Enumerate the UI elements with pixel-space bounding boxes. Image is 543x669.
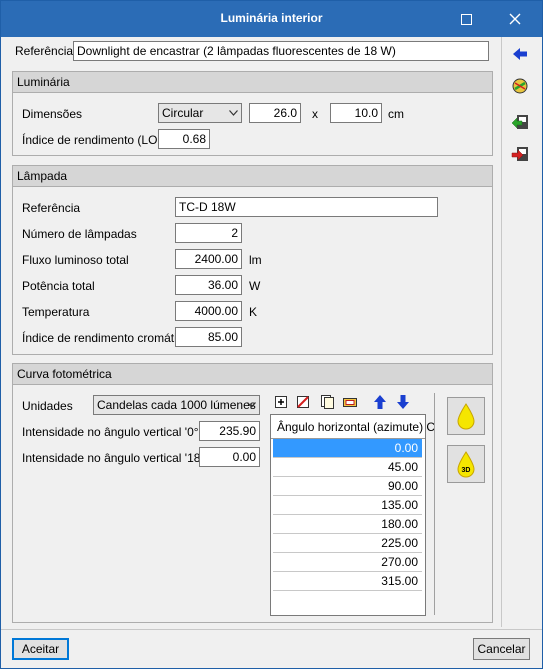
lampada-referencia-label: Referência [22,201,81,215]
list-item[interactable]: 225.00 [273,534,422,553]
unidades-label: Unidades [22,399,73,413]
list-item[interactable]: 315.00 [273,572,422,591]
dimension-2-input[interactable]: 10.0 [330,103,382,123]
int180-label: Intensidade no ângulo vertical '180°' [22,451,215,465]
cancel-button[interactable]: Cancelar [473,638,530,660]
list-item[interactable]: 90.00 [273,477,422,496]
lor-input[interactable]: 0.68 [158,129,210,149]
footer-separator [1,629,542,630]
add-icon [275,396,287,408]
chevron-down-icon [247,396,256,414]
close-icon [509,13,521,25]
shape-select-value: Circular [162,106,204,120]
dimension-1-input[interactable]: 26.0 [249,103,301,123]
back-button[interactable] [509,43,531,65]
photometric-2d-button[interactable] [447,397,485,435]
add-row-button[interactable] [272,393,290,411]
dimensoes-label: Dimensões [22,107,83,121]
move-up-button[interactable] [371,393,389,411]
delete-icon [297,396,309,408]
arrow-left-icon [513,48,527,60]
potencia-input[interactable]: 36.00 [175,275,242,295]
accept-button[interactable]: Aceitar [12,638,69,660]
int0-label: Intensidade no ângulo vertical '0°' [22,425,201,439]
edit-button[interactable] [341,393,359,411]
angle-list[interactable]: Ângulo horizontal (azimute) C 0.00 45.00… [270,414,435,616]
photometric-3d-button[interactable]: 3D [447,445,485,483]
numero-lampadas-input[interactable]: 2 [175,223,242,243]
import-button[interactable] [509,111,531,133]
list-item[interactable]: 270.00 [273,553,422,572]
potencia-unit: W [249,279,261,293]
arrow-down-icon [397,395,409,409]
referencia-label: Referência [15,44,74,58]
light-drop-3d-icon: 3D [457,451,475,478]
list-item[interactable]: 135.00 [273,496,422,515]
separator [434,393,435,615]
library-icon [512,78,528,94]
numero-lampadas-label: Número de lâmpadas [22,227,137,241]
curva-section-header: Curva fotométrica [12,363,493,385]
move-down-button[interactable] [394,393,412,411]
dialog-window: Luminária interior Referência Downlight … [0,0,543,669]
light-drop-icon [457,403,475,430]
irc-input[interactable]: 85.00 [175,327,242,347]
edit-icon [343,398,357,407]
fluxo-label: Fluxo luminoso total [22,253,129,267]
lor-label: Índice de rendimento (LOR) [22,133,171,147]
temperatura-label: Temperatura [22,305,90,319]
potencia-label: Potência total [22,279,95,293]
list-item[interactable]: 180.00 [273,515,422,534]
fluxo-input[interactable]: 2400.00 [175,249,242,269]
chevron-down-icon [229,104,238,122]
delete-row-button[interactable] [294,393,312,411]
int180-input[interactable]: 0.00 [199,447,260,467]
copy-icon [321,395,334,409]
close-button[interactable] [493,1,537,37]
dimension-x-label: x [312,107,318,121]
list-item[interactable]: 45.00 [273,458,422,477]
temperatura-input[interactable]: 4000.00 [175,301,242,321]
arrow-up-icon [374,395,386,409]
irc-label: Índice de rendimento cromático [22,331,190,345]
maximize-icon [460,13,472,25]
export-button[interactable] [509,143,531,165]
int0-input[interactable]: 235.90 [199,421,260,441]
side-separator [501,37,502,627]
list-item[interactable]: 0.00 [273,439,422,458]
temperatura-unit: K [249,305,258,319]
badge-3d: 3D [462,467,471,474]
fluxo-unit: lm [249,253,262,267]
shape-select[interactable]: Circular [158,103,242,123]
angle-list-header: Ângulo horizontal (azimute) C [271,415,435,439]
unidades-select[interactable]: Candelas cada 1000 lúmenes [93,395,260,415]
copy-button[interactable] [318,393,336,411]
lampada-section-header: Lâmpada [12,165,493,187]
title-bar: Luminária interior [1,1,542,37]
unidades-select-value: Candelas cada 1000 lúmenes [97,398,256,412]
dimension-unit-label: cm [388,107,404,121]
import-icon [511,115,528,129]
lampada-referencia-input[interactable]: TC-D 18W [175,197,438,217]
luminaria-section-header: Luminária [12,71,493,93]
maximize-button[interactable] [444,1,488,37]
library-button[interactable] [509,75,531,97]
referencia-input[interactable]: Downlight de encastrar (2 lâmpadas fluor… [73,41,489,61]
export-icon [511,147,528,161]
